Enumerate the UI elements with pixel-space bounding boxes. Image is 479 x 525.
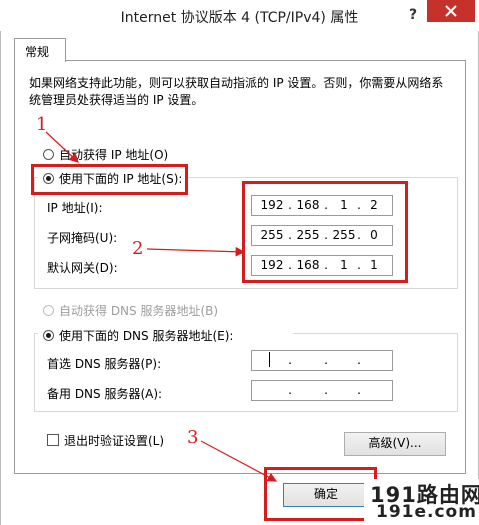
annotation-arrows (45, 131, 278, 482)
arrow-3 (200, 440, 278, 482)
watermark-line2: 191e.com (376, 502, 477, 522)
arrow-2 (146, 246, 246, 257)
tab-general[interactable]: 常规 (14, 38, 66, 62)
tab-label: 常规 (25, 45, 50, 59)
arrow-1 (45, 131, 79, 163)
